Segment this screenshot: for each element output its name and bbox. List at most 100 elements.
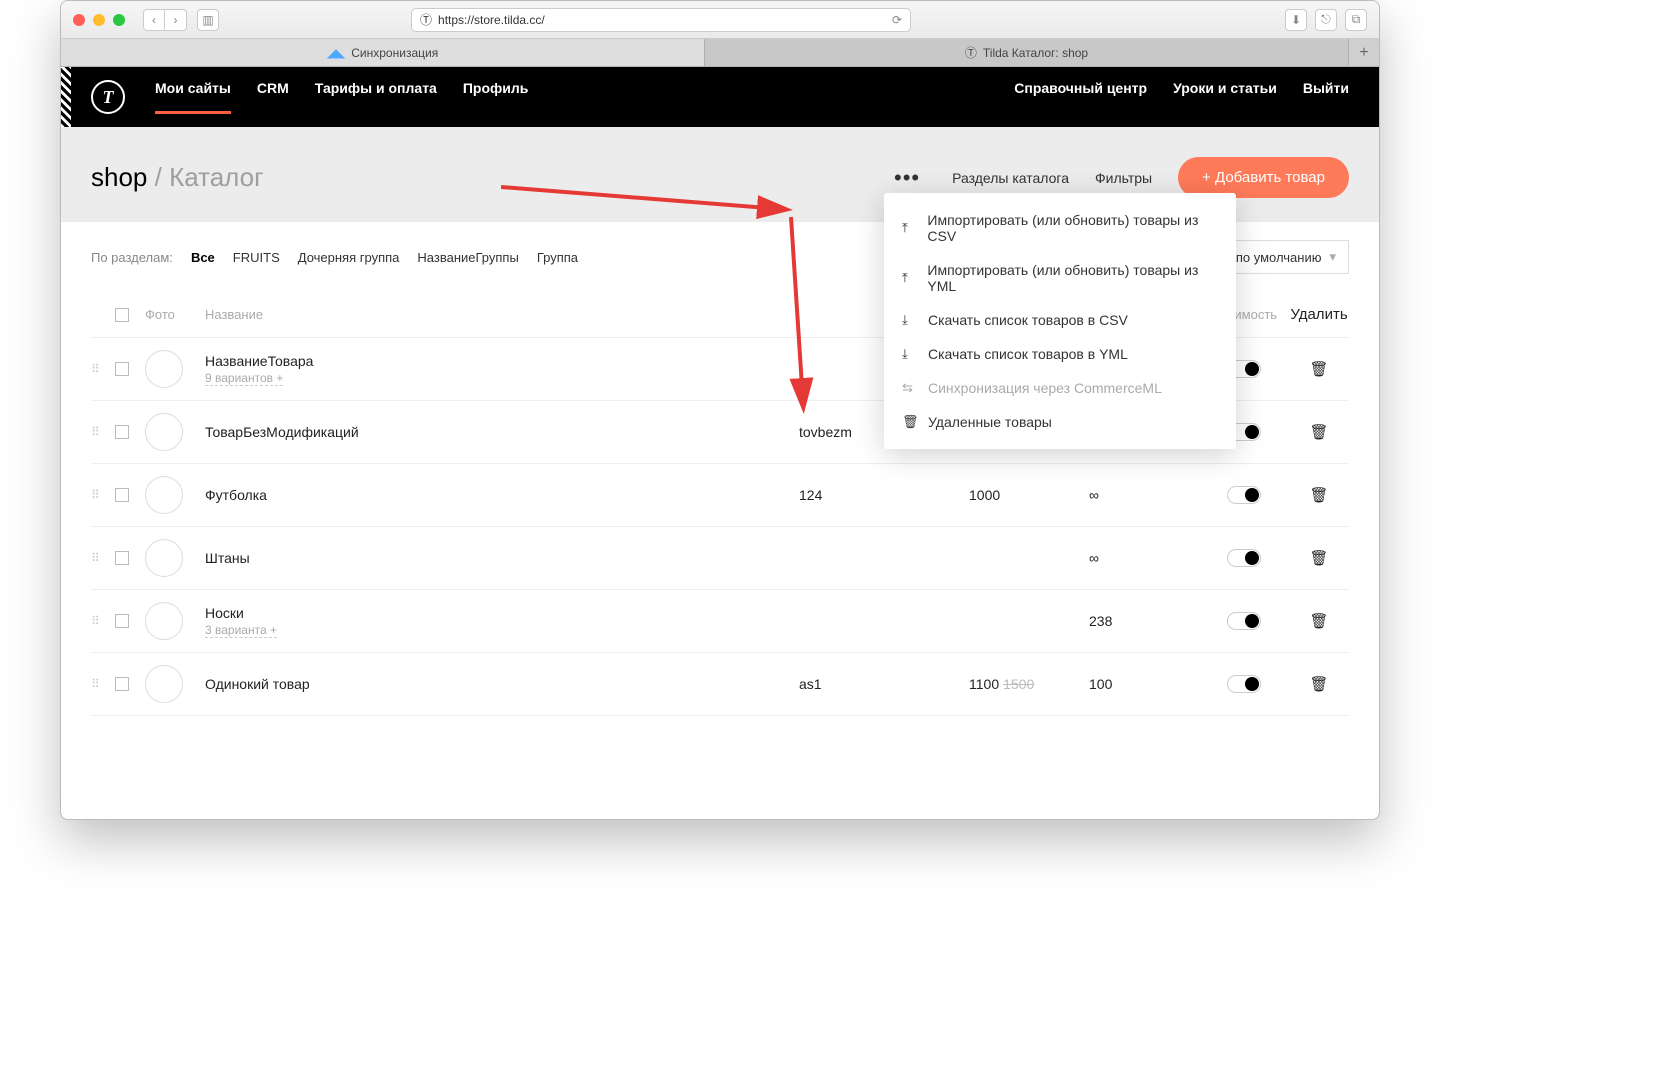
product-photo[interactable]: [145, 476, 183, 514]
download-icon: ⤓: [902, 346, 916, 362]
downloads-button[interactable]: ⬇: [1285, 9, 1307, 31]
url-bar[interactable]: Ⓣ https://store.tilda.cc/ ⟳: [411, 8, 911, 32]
reload-icon[interactable]: ⟳: [892, 13, 902, 27]
drag-handle-icon[interactable]: ⠿: [91, 677, 115, 691]
product-name: Носки: [205, 605, 799, 621]
row-checkbox[interactable]: [115, 425, 129, 439]
delete-button[interactable]: 🗑: [1289, 612, 1349, 630]
nav-profile[interactable]: Профиль: [463, 80, 529, 114]
table-row[interactable]: ⠿Штаны∞🗑: [91, 527, 1349, 590]
titlebar: ‹ › ▥ Ⓣ https://store.tilda.cc/ ⟳ ⬇ ⎋ ⧉: [61, 1, 1379, 39]
add-product-button[interactable]: + Добавить товар: [1178, 157, 1349, 198]
minimize-icon[interactable]: [93, 14, 105, 26]
product-photo[interactable]: [145, 413, 183, 451]
drag-handle-icon[interactable]: ⠿: [91, 614, 115, 628]
more-menu-button[interactable]: •••: [888, 165, 926, 191]
browser-tab[interactable]: ◢◣ Синхронизация: [61, 39, 705, 66]
variants-link[interactable]: 3 варианта +: [205, 623, 277, 638]
header-pattern: [61, 67, 71, 127]
drag-handle-icon[interactable]: ⠿: [91, 425, 115, 439]
row-checkbox[interactable]: [115, 677, 129, 691]
product-photo[interactable]: [145, 602, 183, 640]
drag-handle-icon[interactable]: ⠿: [91, 362, 115, 376]
share-button[interactable]: ⎋: [1315, 9, 1337, 31]
nav-tariffs[interactable]: Тарифы и оплата: [315, 80, 437, 114]
table-row[interactable]: ⠿Одинокий товарas111001500100🗑: [91, 653, 1349, 716]
breadcrumb-page: Каталог: [169, 162, 264, 192]
download-icon: ⤓: [902, 312, 916, 328]
browser-tab[interactable]: Ⓣ Tilda Каталог: shop: [705, 39, 1349, 66]
table-row[interactable]: ⠿Носки3 варианта +238🗑: [91, 590, 1349, 653]
visibility-toggle[interactable]: [1227, 486, 1261, 504]
product-name: Одинокий товар: [205, 676, 799, 692]
browser-window: ‹ › ▥ Ⓣ https://store.tilda.cc/ ⟳ ⬇ ⎋ ⧉ …: [60, 0, 1380, 820]
nav-crm[interactable]: CRM: [257, 80, 289, 114]
product-photo[interactable]: [145, 350, 183, 388]
delete-button[interactable]: 🗑: [1289, 360, 1349, 378]
filters-link[interactable]: Фильтры: [1095, 170, 1152, 186]
back-button[interactable]: ‹: [143, 9, 165, 31]
nav-help[interactable]: Справочный центр: [1014, 80, 1147, 114]
nav-logout[interactable]: Выйти: [1303, 80, 1349, 114]
product-price: 1000: [969, 487, 1089, 503]
upload-icon: ⤒: [902, 220, 915, 236]
new-tab-button[interactable]: +: [1349, 39, 1379, 66]
menu-deleted-products[interactable]: 🗑Удаленные товары: [884, 405, 1236, 439]
row-checkbox[interactable]: [115, 362, 129, 376]
visibility-toggle[interactable]: [1227, 675, 1261, 693]
browser-tabs: ◢◣ Синхронизация Ⓣ Tilda Каталог: shop +: [61, 39, 1379, 67]
row-checkbox[interactable]: [115, 488, 129, 502]
filter-all[interactable]: Все: [191, 250, 215, 265]
table-row[interactable]: ⠿Футболка1241000∞🗑: [91, 464, 1349, 527]
product-stock: 100: [1089, 676, 1199, 692]
menu-export-csv[interactable]: ⤓Скачать список товаров в CSV: [884, 303, 1236, 337]
menu-sync-commerceml[interactable]: ⇆Синхронизация через CommerceML: [884, 371, 1236, 405]
row-checkbox[interactable]: [115, 614, 129, 628]
product-photo[interactable]: [145, 539, 183, 577]
maximize-icon[interactable]: [113, 14, 125, 26]
select-all-checkbox[interactable]: [115, 308, 129, 322]
more-menu-dropdown: ⤒Импортировать (или обновить) товары из …: [884, 193, 1236, 449]
menu-import-yml[interactable]: ⤒Импортировать (или обновить) товары из …: [884, 253, 1236, 303]
tab-label: Tilda Каталог: shop: [983, 46, 1088, 60]
sections-link[interactable]: Разделы каталога: [952, 170, 1069, 186]
delete-button[interactable]: 🗑: [1289, 549, 1349, 567]
filter-item[interactable]: НазваниеГруппы: [417, 250, 518, 265]
menu-export-yml[interactable]: ⤓Скачать список товаров в YML: [884, 337, 1236, 371]
tabs-button[interactable]: ⧉: [1345, 9, 1367, 31]
filter-item[interactable]: Дочерняя группа: [298, 250, 400, 265]
logo[interactable]: T: [91, 80, 125, 114]
filter-label: По разделам:: [91, 250, 173, 265]
breadcrumb-root[interactable]: shop: [91, 162, 147, 192]
drag-handle-icon[interactable]: ⠿: [91, 551, 115, 565]
col-delete: Удалить: [1289, 306, 1349, 323]
nav-lessons[interactable]: Уроки и статьи: [1173, 80, 1277, 114]
tab-label: Синхронизация: [351, 46, 438, 60]
window-controls[interactable]: [73, 14, 125, 26]
product-name: Футболка: [205, 487, 799, 503]
product-price: 11001500: [969, 676, 1089, 692]
col-name: Название: [205, 307, 799, 322]
product-name: НазваниеТовара: [205, 353, 799, 369]
drag-handle-icon[interactable]: ⠿: [91, 488, 115, 502]
upload-icon: ⤒: [902, 270, 915, 286]
delete-button[interactable]: 🗑: [1289, 675, 1349, 693]
trash-icon: 🗑: [902, 414, 916, 430]
main-nav: Мои сайты CRM Тарифы и оплата Профиль: [155, 80, 528, 114]
visibility-toggle[interactable]: [1227, 549, 1261, 567]
sidebar-toggle-button[interactable]: ▥: [197, 9, 219, 31]
delete-button[interactable]: 🗑: [1289, 486, 1349, 504]
row-checkbox[interactable]: [115, 551, 129, 565]
chevron-down-icon: ▾: [1329, 249, 1336, 265]
variants-link[interactable]: 9 вариантов +: [205, 371, 283, 386]
sub-header: shop / Каталог ••• Разделы каталога Филь…: [61, 127, 1379, 222]
delete-button[interactable]: 🗑: [1289, 423, 1349, 441]
filter-item[interactable]: FRUITS: [233, 250, 280, 265]
forward-button[interactable]: ›: [165, 9, 187, 31]
nav-my-sites[interactable]: Мои сайты: [155, 80, 231, 114]
menu-import-csv[interactable]: ⤒Импортировать (или обновить) товары из …: [884, 203, 1236, 253]
close-icon[interactable]: [73, 14, 85, 26]
filter-item[interactable]: Группа: [537, 250, 578, 265]
visibility-toggle[interactable]: [1227, 612, 1261, 630]
product-photo[interactable]: [145, 665, 183, 703]
